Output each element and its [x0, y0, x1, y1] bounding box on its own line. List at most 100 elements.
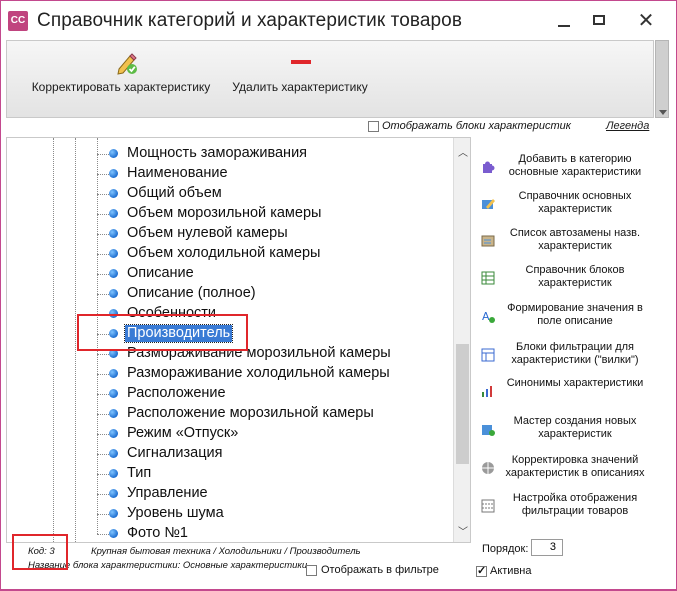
delete-characteristic-button[interactable]: Удалить характеристику: [225, 45, 375, 105]
tree-node-icon: [109, 229, 118, 238]
tree-node-icon: [109, 509, 118, 518]
tree-node-icon: [109, 469, 118, 478]
minus-icon: [291, 60, 311, 64]
close-button[interactable]: ✕: [629, 5, 663, 37]
show-in-filter-checkbox-box[interactable]: [306, 564, 317, 576]
tree-node-icon: [109, 409, 118, 418]
action-9[interactable]: Корректировка значений характеристик в о…: [472, 451, 654, 487]
delete-characteristic-label: Удалить характеристику: [232, 80, 368, 94]
tree-item[interactable]: Мощность замораживания: [7, 144, 447, 164]
book-edit-icon: [482, 199, 495, 209]
tree-item-label: Управление: [127, 485, 208, 501]
tree-item[interactable]: Расположение морозильной камеры: [7, 404, 447, 424]
list-replace-icon: [481, 235, 495, 247]
active-label: Активна: [490, 565, 532, 577]
tree-node-icon: [109, 369, 118, 378]
tree-scrollbar-thumb[interactable]: [456, 344, 469, 464]
action-3[interactable]: Список автозамены назв. характеристик: [472, 224, 654, 260]
minimize-icon: [558, 25, 570, 27]
action-5[interactable]: A Формирование значения в поле описание: [472, 299, 654, 335]
show-in-filter-checkbox[interactable]: Отображать в фильтре: [306, 564, 439, 576]
tree-item-label: Режим «Отпуск»: [127, 425, 239, 441]
tree-node-icon: [109, 269, 118, 278]
minimize-button[interactable]: [547, 5, 581, 37]
tree-item[interactable]: Описание: [7, 264, 447, 284]
tree-item[interactable]: Сигнализация: [7, 444, 447, 464]
show-blocks-checkbox-box[interactable]: [368, 120, 379, 132]
chart-icon: [482, 386, 492, 397]
show-blocks-checkbox[interactable]: Отображать блоки характеристик: [368, 120, 571, 132]
action-label: Мастер создания новых характеристик: [513, 415, 637, 440]
tree-node-icon: [109, 249, 118, 258]
action-1[interactable]: Добавить в категорию основные характерис…: [472, 150, 654, 186]
puzzle-icon: [483, 161, 495, 173]
action-label: Формирование значения в поле описание: [507, 302, 643, 327]
tree-item-label: Общий объем: [127, 185, 222, 201]
tree-item[interactable]: Объем нулевой камеры: [7, 224, 447, 244]
table-icon: [481, 271, 495, 285]
tree-item[interactable]: Наименование: [7, 164, 447, 184]
tree-node-icon: [109, 389, 118, 398]
tree-item[interactable]: Размораживание холодильной камеры: [7, 364, 447, 384]
action-4[interactable]: Справочник блоков характеристик: [472, 261, 654, 297]
active-checkbox-box[interactable]: [476, 564, 487, 577]
tree-item-label: Расположение морозильной камеры: [127, 405, 374, 421]
action-6[interactable]: Блоки фильтрации для характеристики ("ви…: [472, 338, 654, 374]
tree-item[interactable]: Управление: [7, 484, 447, 504]
action-8[interactable]: Мастер создания новых характеристик: [472, 412, 654, 448]
action-label: Список автозамены назв. характеристик: [509, 227, 641, 252]
tree-node-icon: [109, 329, 118, 338]
tree-node-icon: [109, 429, 118, 438]
legend-link[interactable]: Легенда: [606, 120, 649, 132]
tree-item[interactable]: Особенности: [7, 304, 447, 324]
tree-item[interactable]: Расположение: [7, 384, 447, 404]
tree-item-label: Описание: [127, 265, 194, 281]
tree-item-label: Описание (полное): [127, 285, 256, 301]
tree-item[interactable]: Описание (полное): [7, 284, 447, 304]
tree-scrollbar[interactable]: ︿ ﹀: [453, 138, 470, 542]
tree-item-label: Объем холодильной камеры: [127, 245, 321, 261]
tree-node-icon: [109, 209, 118, 218]
chevron-down-icon[interactable]: ﹀: [458, 523, 468, 538]
edit-characteristic-button[interactable]: Корректировать характеристику: [21, 45, 221, 105]
tree-node-icon: [109, 289, 118, 298]
pencil-icon: [117, 53, 137, 75]
tree-item[interactable]: Тип: [7, 464, 447, 484]
tree-item-label: Размораживание морозильной камеры: [127, 345, 391, 361]
tree-item-label: Фото №1: [127, 525, 188, 541]
maximize-button[interactable]: [583, 5, 617, 37]
tree-item-label: Объем нулевой камеры: [127, 225, 288, 241]
tree-node-icon: [109, 489, 118, 498]
tree-item-label: Расположение: [127, 385, 226, 401]
action-10[interactable]: Настройка отображения фильтрации товаров: [472, 489, 654, 525]
tree-item-label: Уровень шума: [127, 505, 224, 521]
action-label: Блоки фильтрации для характеристики ("ви…: [511, 341, 639, 366]
window-title: Справочник категорий и характеристик тов…: [37, 10, 463, 31]
action-2[interactable]: Справочник основных характеристик: [472, 187, 654, 223]
wizard-icon: [482, 425, 495, 436]
tree-item[interactable]: Уровень шума: [7, 504, 447, 524]
tree-item[interactable]: Объем морозильной камеры: [7, 204, 447, 224]
active-checkbox[interactable]: Активна: [476, 564, 532, 577]
tree-item[interactable]: Общий объем: [7, 184, 447, 204]
text-format-icon: A: [482, 310, 495, 323]
tree-item-label: Производитель: [123, 324, 234, 343]
title-bar: CC Справочник категорий и характеристик …: [1, 1, 676, 41]
block-name-label: Название блока характеристики: Основные …: [28, 560, 308, 571]
order-label: Порядок:: [482, 543, 529, 555]
show-in-filter-label: Отображать в фильтре: [321, 564, 439, 576]
action-7[interactable]: Синонимы характеристики: [472, 374, 654, 410]
tree-item[interactable]: Размораживание морозильной камеры: [7, 344, 447, 364]
tree-item[interactable]: Фото №1: [7, 524, 447, 542]
svg-text:A: A: [482, 310, 490, 323]
tree-item[interactable]: Производитель: [7, 324, 447, 344]
toolbar-scroll-button[interactable]: [655, 40, 669, 118]
globe-icon: [482, 462, 494, 474]
tree-item[interactable]: Объем холодильной камеры: [7, 244, 447, 264]
chevron-up-icon[interactable]: ︿: [458, 144, 468, 159]
order-input[interactable]: 3: [531, 539, 563, 556]
tree-item[interactable]: Режим «Отпуск»: [7, 424, 447, 444]
edit-characteristic-label: Корректировать характеристику: [31, 80, 211, 94]
tree-node-icon: [109, 449, 118, 458]
show-blocks-label: Отображать блоки характеристик: [382, 120, 571, 132]
